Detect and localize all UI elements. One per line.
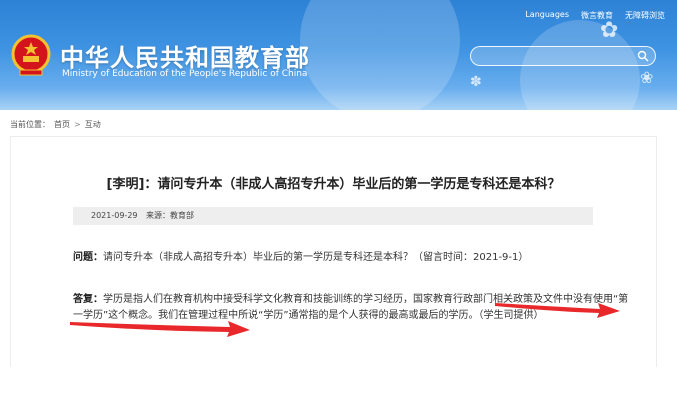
site-subtitle: Ministry of Education of the People's Re… xyxy=(62,69,308,79)
search-input[interactable] xyxy=(471,50,647,68)
languages-link[interactable]: Languages xyxy=(525,10,569,21)
national-emblem-icon xyxy=(11,34,51,76)
site-title: 中华人民共和国教育部 xyxy=(60,44,310,72)
question-paragraph: 问题：请问专升本（非成人高招专升本）毕业后的第一学历是专科还是本科？（留言时间：… xyxy=(73,250,613,266)
article-title: [李明]：请问专升本（非成人高招专升本）毕业后的第一学历是专科还是本科？ xyxy=(106,177,561,192)
question-text: 请问专升本（非成人高招专升本）毕业后的第一学历是专科还是本科？（留言时间：202… xyxy=(103,252,529,263)
question-label: 问题： xyxy=(73,252,103,263)
article-container: [李明]：请问专升本（非成人高招专升本）毕业后的第一学历是专科还是本科？ 202… xyxy=(10,136,657,367)
breadcrumb-interaction[interactable]: 互动 xyxy=(85,119,101,130)
answer-paragraph: 答复：学历是指人们在教育机构中接受科学文化教育和技能训练的学习经历，国家教育行政… xyxy=(73,292,633,324)
breadcrumb-label: 当前位置： xyxy=(10,120,50,129)
breadcrumb-home[interactable]: 首页 xyxy=(54,119,70,130)
chevron-right-icon: > xyxy=(74,120,81,129)
search-box xyxy=(470,46,656,68)
decor-flower: ✽ xyxy=(470,74,482,90)
decor-flower: ❀ xyxy=(640,68,654,87)
answer-text: 学历是指人们在教育机构中接受科学文化教育和技能训练的学习经历，国家教育行政部门相… xyxy=(73,294,629,321)
top-links: Languages 微言教育 无障碍浏览 xyxy=(525,10,665,21)
breadcrumb: 当前位置： 首页 > 互动 xyxy=(10,119,101,130)
site-header: ✿ ❀ ✽ 中华人民共和国教育部 Ministry of Education o… xyxy=(0,0,677,110)
decor-flower: ✿ xyxy=(600,18,619,43)
decor-bubble xyxy=(300,0,460,110)
search-icon[interactable] xyxy=(637,50,649,62)
accessibility-link[interactable]: 无障碍浏览 xyxy=(625,10,665,21)
article-date: 2021-09-29 xyxy=(91,211,138,220)
answer-label: 答复： xyxy=(73,294,103,305)
article-source: 来源：教育部 xyxy=(146,211,195,220)
article-meta: 2021-09-29 来源：教育部 xyxy=(73,207,593,225)
weiyan-link[interactable]: 微言教育 xyxy=(581,10,613,21)
